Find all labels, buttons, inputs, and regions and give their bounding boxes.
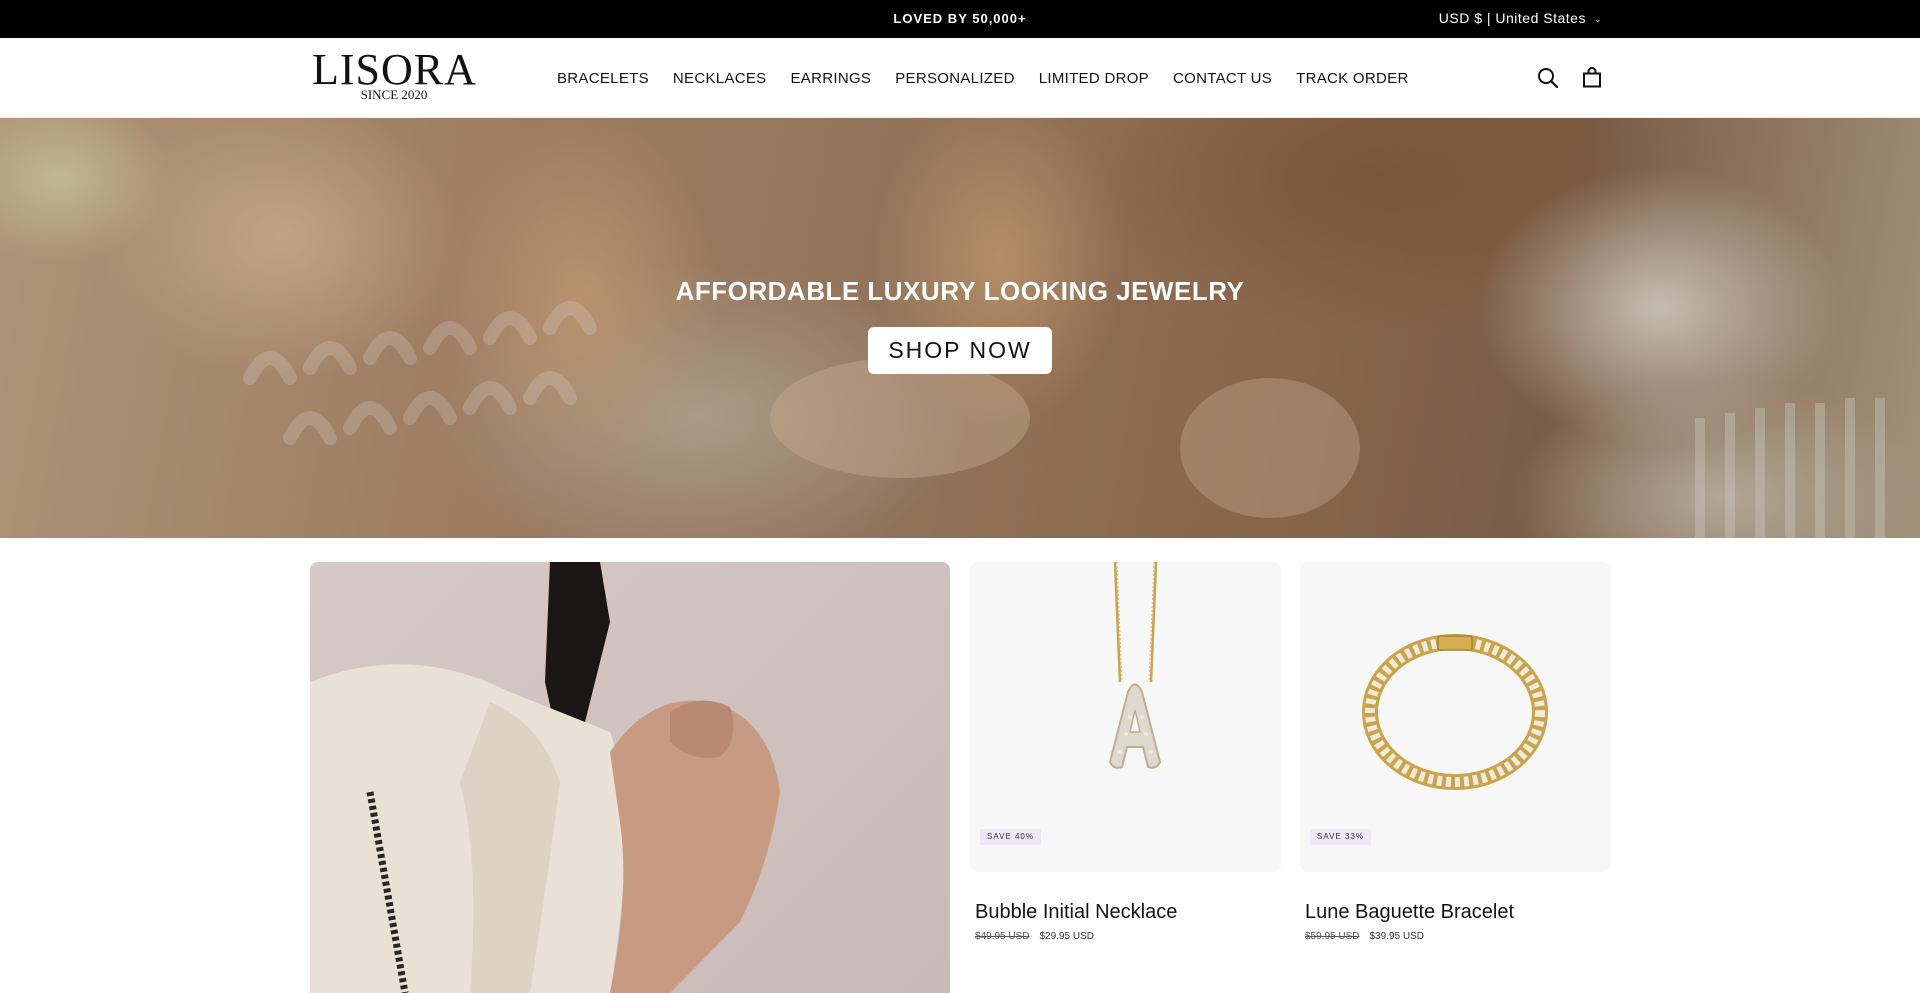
product-card: SAVE 33% Lune Baguette Bracelet $59.95 U… bbox=[1300, 562, 1611, 942]
nav-item-personalized[interactable]: PERSONALIZED bbox=[883, 70, 1026, 87]
sale-price: $39.95 USD bbox=[1369, 931, 1424, 942]
product-price: $49.95 USD $29.95 USD bbox=[970, 931, 1281, 942]
product-title[interactable]: Lune Baguette Bracelet bbox=[1300, 901, 1611, 924]
site-header: LISORA SINCE 2020 BRACELETS NECKLACES EA… bbox=[0, 38, 1920, 118]
currency-label: USD $ | United States bbox=[1438, 10, 1586, 26]
compare-at-price: $59.95 USD bbox=[1305, 931, 1360, 942]
nav-item-necklaces[interactable]: NECKLACES bbox=[661, 70, 779, 87]
main-nav: BRACELETS NECKLACES EARRINGS PERSONALIZE… bbox=[545, 38, 1421, 118]
sale-price: $29.95 USD bbox=[1039, 931, 1094, 942]
product-image[interactable]: SAVE 40% bbox=[970, 562, 1281, 872]
product-title[interactable]: Bubble Initial Necklace bbox=[970, 901, 1281, 924]
compare-at-price: $49.95 USD bbox=[975, 931, 1030, 942]
nav-item-track-order[interactable]: TRACK ORDER bbox=[1284, 70, 1420, 87]
chevron-down-icon: ⌄ bbox=[1593, 14, 1602, 25]
shop-now-button[interactable]: SHOP NOW bbox=[868, 327, 1052, 374]
nav-item-limited-drop[interactable]: LIMITED DROP bbox=[1027, 70, 1161, 87]
nav-item-contact-us[interactable]: CONTACT US bbox=[1161, 70, 1284, 87]
sale-badge: SAVE 33% bbox=[1310, 829, 1371, 845]
nav-item-bracelets[interactable]: BRACELETS bbox=[545, 70, 661, 87]
sale-badge: SAVE 40% bbox=[980, 829, 1041, 845]
hero-title: AFFORDABLE LUXURY LOOKING JEWELRY bbox=[675, 276, 1245, 306]
logo[interactable]: LISORA SINCE 2020 bbox=[312, 45, 477, 102]
cart-icon[interactable] bbox=[1579, 65, 1605, 91]
logo-wordmark: LISORA bbox=[312, 45, 477, 94]
announcement-text: LOVED BY 50,000+ bbox=[893, 11, 1027, 26]
product-price: $59.95 USD $39.95 USD bbox=[1300, 931, 1611, 942]
product-card: SAVE 40% Bubble Initial Necklace $49.95 … bbox=[970, 562, 1281, 942]
currency-selector[interactable]: USD $ | United States ⌄ bbox=[1439, 0, 1602, 38]
search-icon[interactable] bbox=[1535, 65, 1561, 91]
featured-lifestyle-image[interactable] bbox=[310, 562, 950, 993]
product-image[interactable]: SAVE 33% bbox=[1300, 562, 1611, 872]
nav-item-earrings[interactable]: EARRINGS bbox=[778, 70, 883, 87]
hero-banner: AFFORDABLE LUXURY LOOKING JEWELRY SHOP N… bbox=[0, 118, 1920, 538]
announcement-bar: LOVED BY 50,000+ USD $ | United States ⌄ bbox=[0, 0, 1920, 38]
